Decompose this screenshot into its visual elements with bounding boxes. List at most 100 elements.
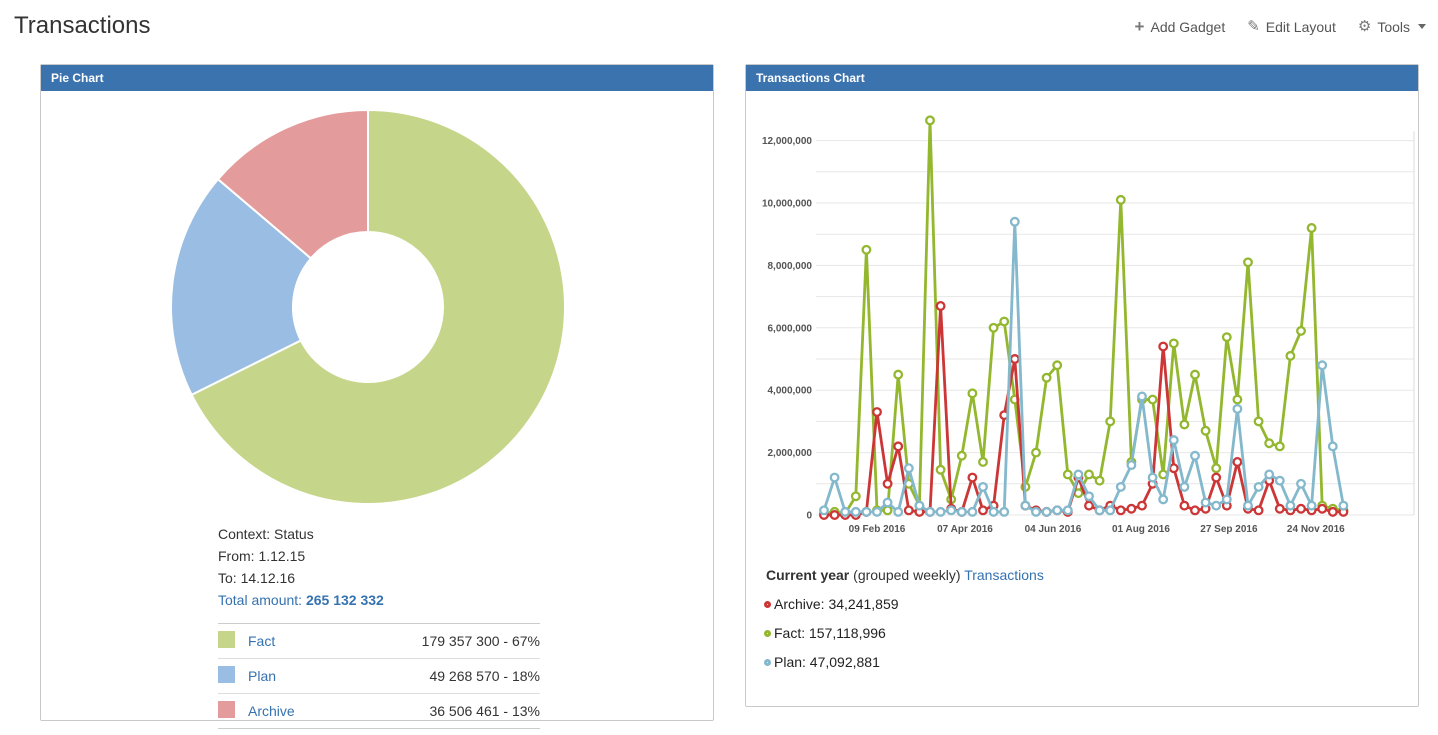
data-point-archive[interactable] — [1170, 464, 1178, 472]
data-point-plan[interactable] — [916, 502, 924, 510]
data-point-plan[interactable] — [1244, 502, 1252, 510]
data-point-plan[interactable] — [1138, 393, 1146, 401]
data-point-fact[interactable] — [1085, 471, 1093, 479]
data-point-plan[interactable] — [937, 508, 945, 516]
data-point-fact[interactable] — [1117, 196, 1125, 204]
data-point-archive[interactable] — [884, 480, 892, 488]
data-point-fact[interactable] — [926, 117, 934, 125]
pie-legend-link-plan[interactable]: Plan — [248, 668, 276, 684]
data-point-archive[interactable] — [1117, 507, 1125, 515]
data-point-plan[interactable] — [884, 499, 892, 507]
pie-legend-link-archive[interactable]: Archive — [248, 703, 295, 719]
data-point-archive[interactable] — [1085, 502, 1093, 510]
data-point-fact[interactable] — [863, 246, 871, 254]
data-point-plan[interactable] — [1234, 405, 1242, 413]
data-point-fact[interactable] — [979, 458, 987, 466]
data-point-plan[interactable] — [1276, 477, 1284, 485]
data-point-fact[interactable] — [1032, 449, 1040, 457]
data-point-fact[interactable] — [1043, 374, 1051, 382]
data-point-plan[interactable] — [1149, 474, 1157, 482]
pie-legend-link-fact[interactable]: Fact — [248, 633, 275, 649]
data-point-plan[interactable] — [1128, 461, 1136, 469]
data-point-plan[interactable] — [905, 464, 913, 472]
data-point-plan[interactable] — [1053, 507, 1061, 515]
data-point-archive[interactable] — [1276, 505, 1284, 513]
data-point-plan[interactable] — [863, 508, 871, 516]
data-point-fact[interactable] — [969, 390, 977, 398]
data-point-plan[interactable] — [1297, 480, 1305, 488]
data-point-plan[interactable] — [990, 508, 998, 516]
data-point-plan[interactable] — [1096, 507, 1104, 515]
data-point-plan[interactable] — [1106, 507, 1114, 515]
data-point-archive[interactable] — [1212, 474, 1220, 482]
data-point-plan[interactable] — [831, 474, 839, 482]
data-point-fact[interactable] — [1287, 352, 1295, 360]
data-point-plan[interactable] — [1011, 218, 1019, 226]
data-point-archive[interactable] — [873, 408, 881, 416]
data-point-fact[interactable] — [1202, 427, 1210, 435]
data-point-fact[interactable] — [1149, 396, 1157, 404]
data-point-archive[interactable] — [1255, 507, 1263, 515]
data-point-plan[interactable] — [1308, 502, 1316, 510]
data-point-plan[interactable] — [1318, 361, 1326, 369]
data-point-fact[interactable] — [884, 507, 892, 515]
data-point-fact[interactable] — [1096, 477, 1104, 485]
data-point-plan[interactable] — [1085, 492, 1093, 500]
data-point-plan[interactable] — [1223, 496, 1231, 504]
data-point-fact[interactable] — [1181, 421, 1189, 429]
data-point-archive[interactable] — [937, 302, 945, 310]
data-point-archive[interactable] — [1297, 505, 1305, 513]
data-point-plan[interactable] — [841, 508, 849, 516]
data-point-fact[interactable] — [958, 452, 966, 460]
data-point-fact[interactable] — [1297, 327, 1305, 335]
data-point-plan[interactable] — [1329, 443, 1337, 451]
data-point-plan[interactable] — [873, 508, 881, 516]
tools-menu-button[interactable]: ⚙ Tools — [1358, 19, 1426, 35]
data-point-plan[interactable] — [969, 508, 977, 516]
data-point-fact[interactable] — [1053, 361, 1061, 369]
data-point-plan[interactable] — [1255, 483, 1263, 491]
data-point-archive[interactable] — [969, 474, 977, 482]
data-point-fact[interactable] — [1106, 418, 1114, 426]
add-gadget-button[interactable]: + Add Gadget — [1135, 18, 1226, 35]
data-point-plan[interactable] — [1202, 499, 1210, 507]
data-point-archive[interactable] — [1318, 505, 1326, 513]
data-point-plan[interactable] — [1032, 508, 1040, 516]
data-point-archive[interactable] — [1191, 507, 1199, 515]
data-point-fact[interactable] — [1064, 471, 1072, 479]
data-point-archive[interactable] — [1181, 502, 1189, 510]
data-point-plan[interactable] — [1022, 502, 1030, 510]
data-point-plan[interactable] — [894, 508, 902, 516]
data-point-plan[interactable] — [1212, 502, 1220, 510]
data-point-plan[interactable] — [947, 507, 955, 515]
data-point-archive[interactable] — [831, 511, 839, 519]
data-point-fact[interactable] — [1191, 371, 1199, 379]
data-point-plan[interactable] — [1181, 483, 1189, 491]
data-point-plan[interactable] — [1075, 471, 1083, 479]
transactions-chart-gadget-header[interactable]: Transactions Chart — [746, 65, 1418, 91]
data-point-plan[interactable] — [1064, 507, 1072, 515]
data-point-plan[interactable] — [926, 508, 934, 516]
data-point-fact[interactable] — [1308, 224, 1316, 232]
data-point-archive[interactable] — [979, 507, 987, 515]
data-point-fact[interactable] — [894, 371, 902, 379]
data-point-archive[interactable] — [1329, 508, 1337, 516]
data-point-fact[interactable] — [1244, 258, 1252, 266]
data-point-plan[interactable] — [1117, 483, 1125, 491]
data-point-plan[interactable] — [958, 508, 966, 516]
data-point-plan[interactable] — [1191, 452, 1199, 460]
data-point-fact[interactable] — [1170, 340, 1178, 348]
data-point-fact[interactable] — [1212, 464, 1220, 472]
data-point-archive[interactable] — [1234, 458, 1242, 466]
data-point-fact[interactable] — [1223, 333, 1231, 341]
data-point-plan[interactable] — [1043, 508, 1051, 516]
data-point-archive[interactable] — [894, 443, 902, 451]
data-point-plan[interactable] — [1340, 502, 1348, 510]
data-point-archive[interactable] — [1011, 355, 1019, 363]
data-point-plan[interactable] — [852, 508, 860, 516]
transactions-link[interactable]: Transactions — [964, 567, 1044, 583]
data-point-fact[interactable] — [852, 492, 860, 500]
data-point-plan[interactable] — [1159, 496, 1167, 504]
data-point-archive[interactable] — [1159, 343, 1167, 351]
data-point-fact[interactable] — [1234, 396, 1242, 404]
